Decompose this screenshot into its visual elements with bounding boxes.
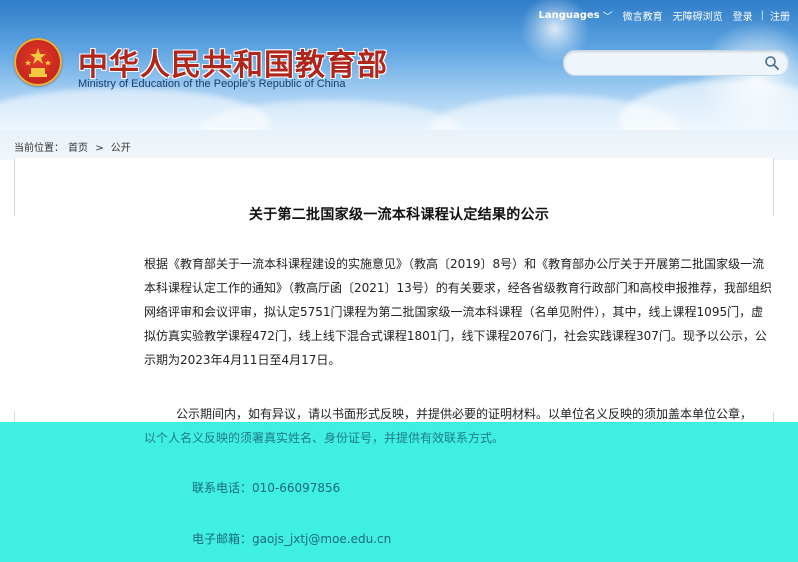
accessibility-link[interactable]: 无障碍浏览 bbox=[673, 8, 723, 23]
search-input[interactable] bbox=[574, 54, 758, 74]
site-header: Languages ﹀ 微言教育 无障碍浏览 登录 | 注册 中华人民共和国教育… bbox=[0, 0, 798, 130]
contact-phone: 联系电话：010-66097856 bbox=[192, 481, 341, 495]
breadcrumb-label: 当前位置： bbox=[14, 143, 64, 154]
search-box bbox=[563, 50, 789, 76]
breadcrumb: 当前位置： 首页 > 公开 bbox=[14, 139, 135, 154]
breadcrumb-home[interactable]: 首页 bbox=[68, 143, 88, 154]
weibo-link[interactable]: 微言教育 bbox=[623, 8, 663, 23]
article-paragraph: 公示期间内，如有异议，请以书面形式反映，并提供必要的证明材料。以单位名义反映的须… bbox=[176, 407, 753, 421]
site-subtitle: Ministry of Education of the People's Re… bbox=[78, 78, 346, 90]
breadcrumb-separator: > bbox=[95, 143, 104, 154]
top-nav: Languages ﹀ 微言教育 无障碍浏览 登录 | 注册 bbox=[528, 8, 790, 23]
breadcrumb-current[interactable]: 公开 bbox=[111, 143, 131, 154]
languages-menu[interactable]: Languages bbox=[538, 10, 599, 21]
article-paragraph: 以个人名义反映的须署真实姓名、身份证号，并提供有效联系方式。 bbox=[144, 431, 505, 445]
article-paragraph: 根据《教育部关于一流本科课程建设的实施意见》（教高〔2019〕8号）和《教育部办… bbox=[144, 257, 772, 367]
login-link[interactable]: 登录 bbox=[733, 8, 753, 23]
article-title: 关于第二批国家级一流本科课程认定结果的公示 bbox=[248, 207, 550, 223]
nav-divider: | bbox=[760, 10, 764, 21]
contact-email[interactable]: 电子邮箱：gaojs_jxtj@moe.edu.cn bbox=[192, 530, 391, 547]
search-icon[interactable] bbox=[764, 55, 780, 75]
register-link[interactable]: 注册 bbox=[770, 8, 790, 23]
national-emblem-icon bbox=[14, 38, 62, 86]
chevron-down-icon: ﹀ bbox=[602, 12, 613, 23]
